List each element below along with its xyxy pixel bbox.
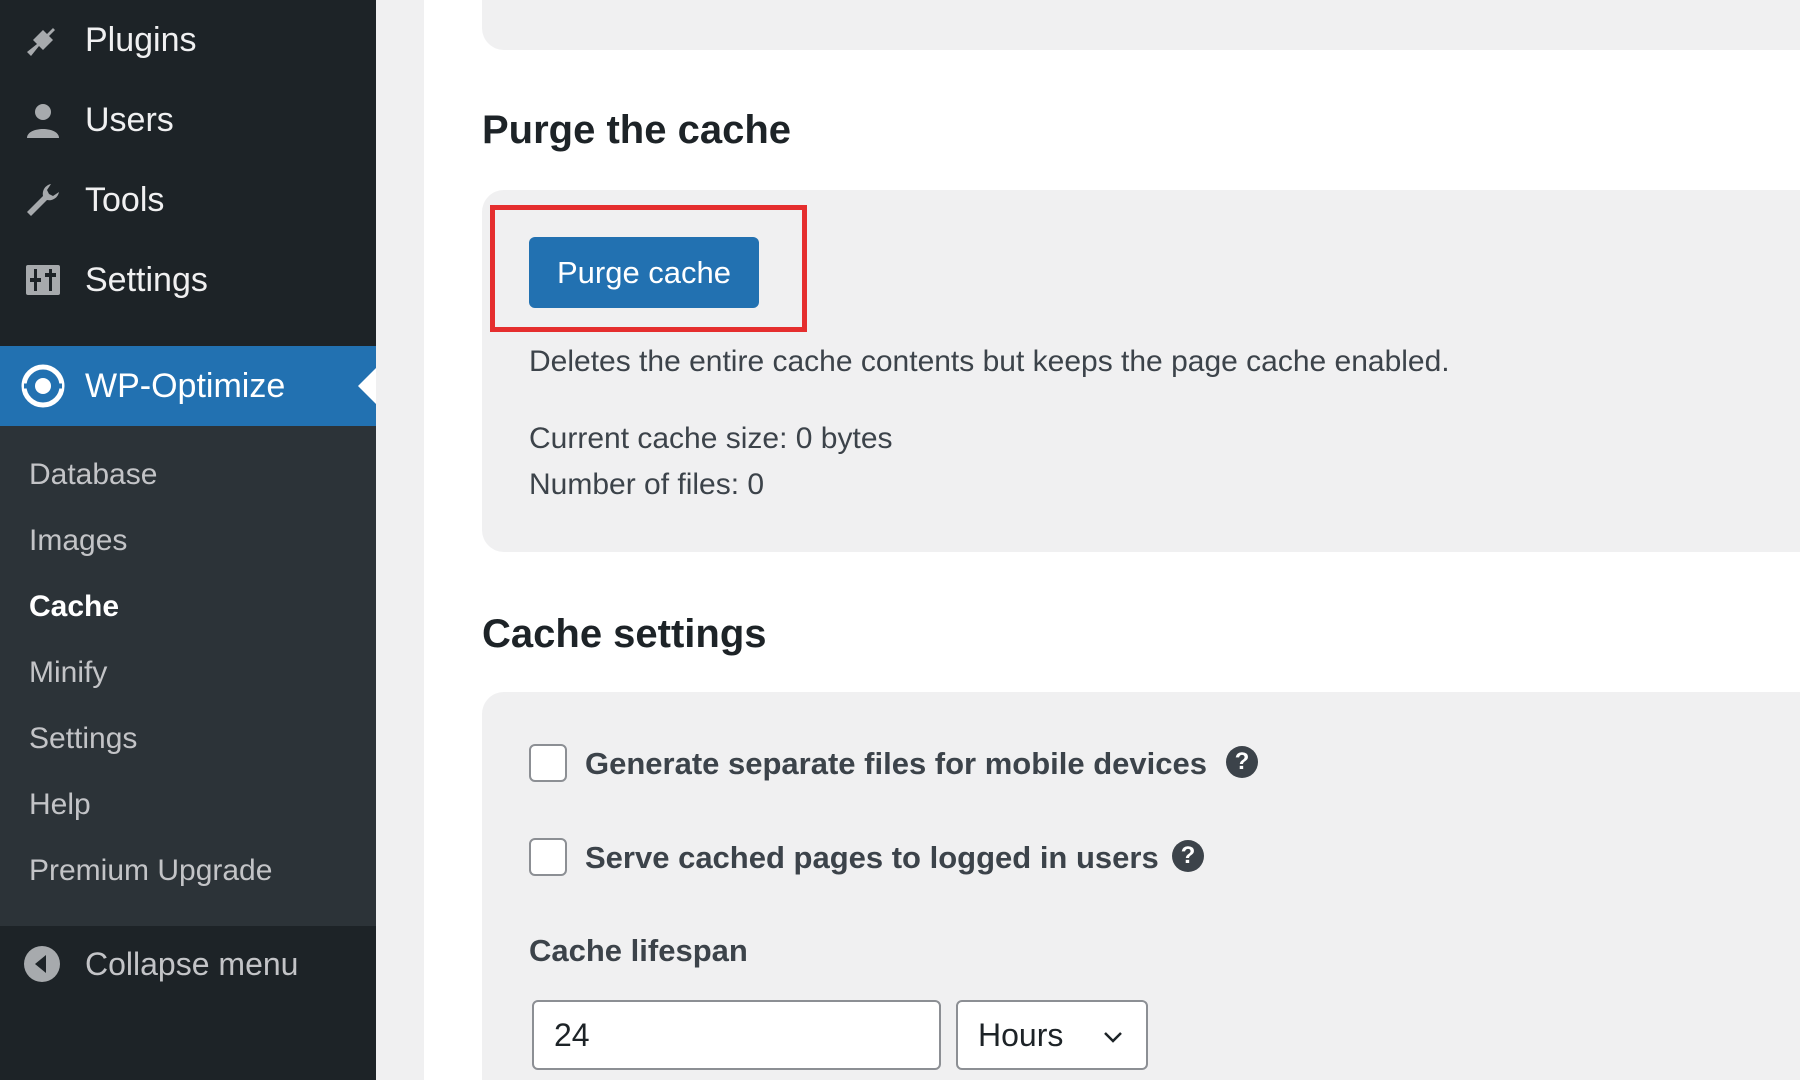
sidebar-item-label: Settings <box>85 260 208 299</box>
sidebar-item-tools[interactable]: Tools <box>0 160 376 240</box>
cache-size-text: Current cache size: 0 bytes <box>529 422 893 455</box>
wp-optimize-submenu: Database Images Cache Minify Settings He… <box>0 426 376 926</box>
content-gutter <box>376 0 424 1080</box>
collapse-arrow-icon <box>22 944 62 984</box>
cache-lifespan-input[interactable] <box>532 1000 941 1070</box>
sidebar-item-label: Users <box>85 100 174 139</box>
sidebar-item-label: Plugins <box>85 20 197 59</box>
help-icon[interactable]: ? <box>1172 840 1204 872</box>
submenu-item-settings[interactable]: Settings <box>29 722 137 756</box>
previous-section-panel <box>482 0 1800 50</box>
active-menu-arrow <box>358 368 376 404</box>
cache-settings-heading: Cache settings <box>482 612 767 656</box>
chevron-down-icon <box>1104 1032 1122 1043</box>
collapse-menu-button[interactable]: Collapse menu <box>0 926 376 1002</box>
sidebar-item-plugins[interactable]: Plugins <box>0 0 376 80</box>
settings-sliders-icon <box>20 257 66 303</box>
admin-sidebar: Plugins Users Tools Settings WP-Optimize… <box>0 0 376 1080</box>
submenu-item-help[interactable]: Help <box>29 788 91 822</box>
sidebar-item-wp-optimize[interactable]: WP-Optimize <box>0 346 376 426</box>
sidebar-item-settings[interactable]: Settings <box>0 240 376 320</box>
plugin-icon <box>20 17 66 63</box>
submenu-item-images[interactable]: Images <box>29 524 127 558</box>
sidebar-item-label: Tools <box>85 180 165 219</box>
sidebar-item-users[interactable]: Users <box>0 80 376 160</box>
mobile-files-checkbox[interactable] <box>529 744 567 782</box>
logged-in-users-label[interactable]: Serve cached pages to logged in users <box>585 840 1159 876</box>
sidebar-item-label: WP-Optimize <box>85 366 286 405</box>
submenu-item-database[interactable]: Database <box>29 458 157 492</box>
lifespan-unit-select[interactable]: Hours <box>956 1000 1148 1070</box>
purge-description: Deletes the entire cache contents but ke… <box>529 345 1450 378</box>
purge-heading: Purge the cache <box>482 108 792 152</box>
lifespan-unit-value: Hours <box>978 1016 1064 1053</box>
logged-in-users-checkbox[interactable] <box>529 838 567 876</box>
mobile-files-label[interactable]: Generate separate files for mobile devic… <box>585 746 1207 782</box>
submenu-item-minify[interactable]: Minify <box>29 656 107 690</box>
user-icon <box>20 97 66 143</box>
purge-cache-button[interactable]: Purge cache <box>529 237 759 308</box>
help-icon[interactable]: ? <box>1226 746 1258 778</box>
submenu-item-premium-upgrade[interactable]: Premium Upgrade <box>29 854 272 888</box>
cache-lifespan-label: Cache lifespan <box>529 933 748 968</box>
file-count-text: Number of files: 0 <box>529 468 765 501</box>
collapse-menu-label: Collapse menu <box>85 945 299 982</box>
submenu-item-cache[interactable]: Cache <box>29 590 119 624</box>
wp-optimize-logo-icon <box>20 363 66 409</box>
wrench-icon <box>20 177 66 223</box>
